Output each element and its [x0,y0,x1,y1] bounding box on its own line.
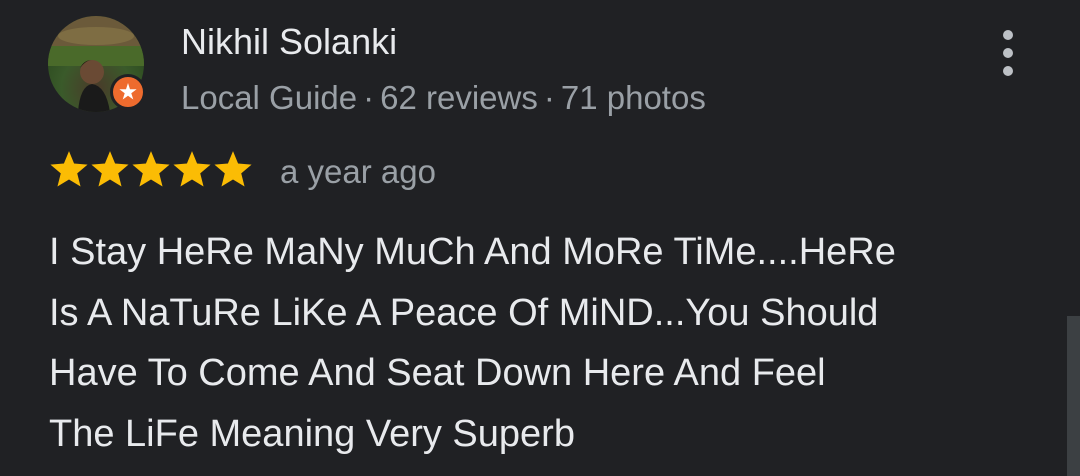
star-filled-icon [50,151,88,187]
local-guide-star-icon [110,74,146,110]
menu-dot [1003,48,1013,58]
meta-separator: · [543,79,555,116]
review-text[interactable]: I Stay HeRe MaNy MuCh And MoRe TiMe....H… [49,222,989,464]
meta-separator: · [363,79,375,116]
reviewer-name[interactable]: Nikhil Solanki [181,20,397,64]
star-filled-icon [214,151,252,187]
review-text-line: The LiFe Meaning Very Superb [49,412,575,455]
local-guide-label: Local Guide [181,79,358,116]
star-filled-icon [173,151,211,187]
scrollbar[interactable] [1067,316,1080,476]
star-filled-icon [91,151,129,187]
menu-dot [1003,30,1013,40]
review-text-line: Have To Come And Seat Down Here And Feel [49,352,826,394]
review-card: Nikhil Solanki Local Guide · 62 reviews · 71… [0,0,1080,476]
reviewer-meta[interactable]: Local Guide · 62 reviews · 71 photos [181,77,706,119]
star-rating [48,148,253,192]
more-vert-icon[interactable] [990,30,1026,76]
menu-dot [1003,66,1013,76]
photo-count: 71 photos [560,79,706,116]
review-count: 62 reviews [380,79,538,116]
reviewer-avatar[interactable] [48,16,146,114]
review-text-line: I Stay HeRe MaNy MuCh And MoRe TiMe....H… [49,231,896,273]
review-text-line: Is A NaTuRe LiKe A Peace Of MiND...You S… [49,291,879,334]
review-time: a year ago [280,153,436,190]
star-filled-icon [132,151,170,187]
